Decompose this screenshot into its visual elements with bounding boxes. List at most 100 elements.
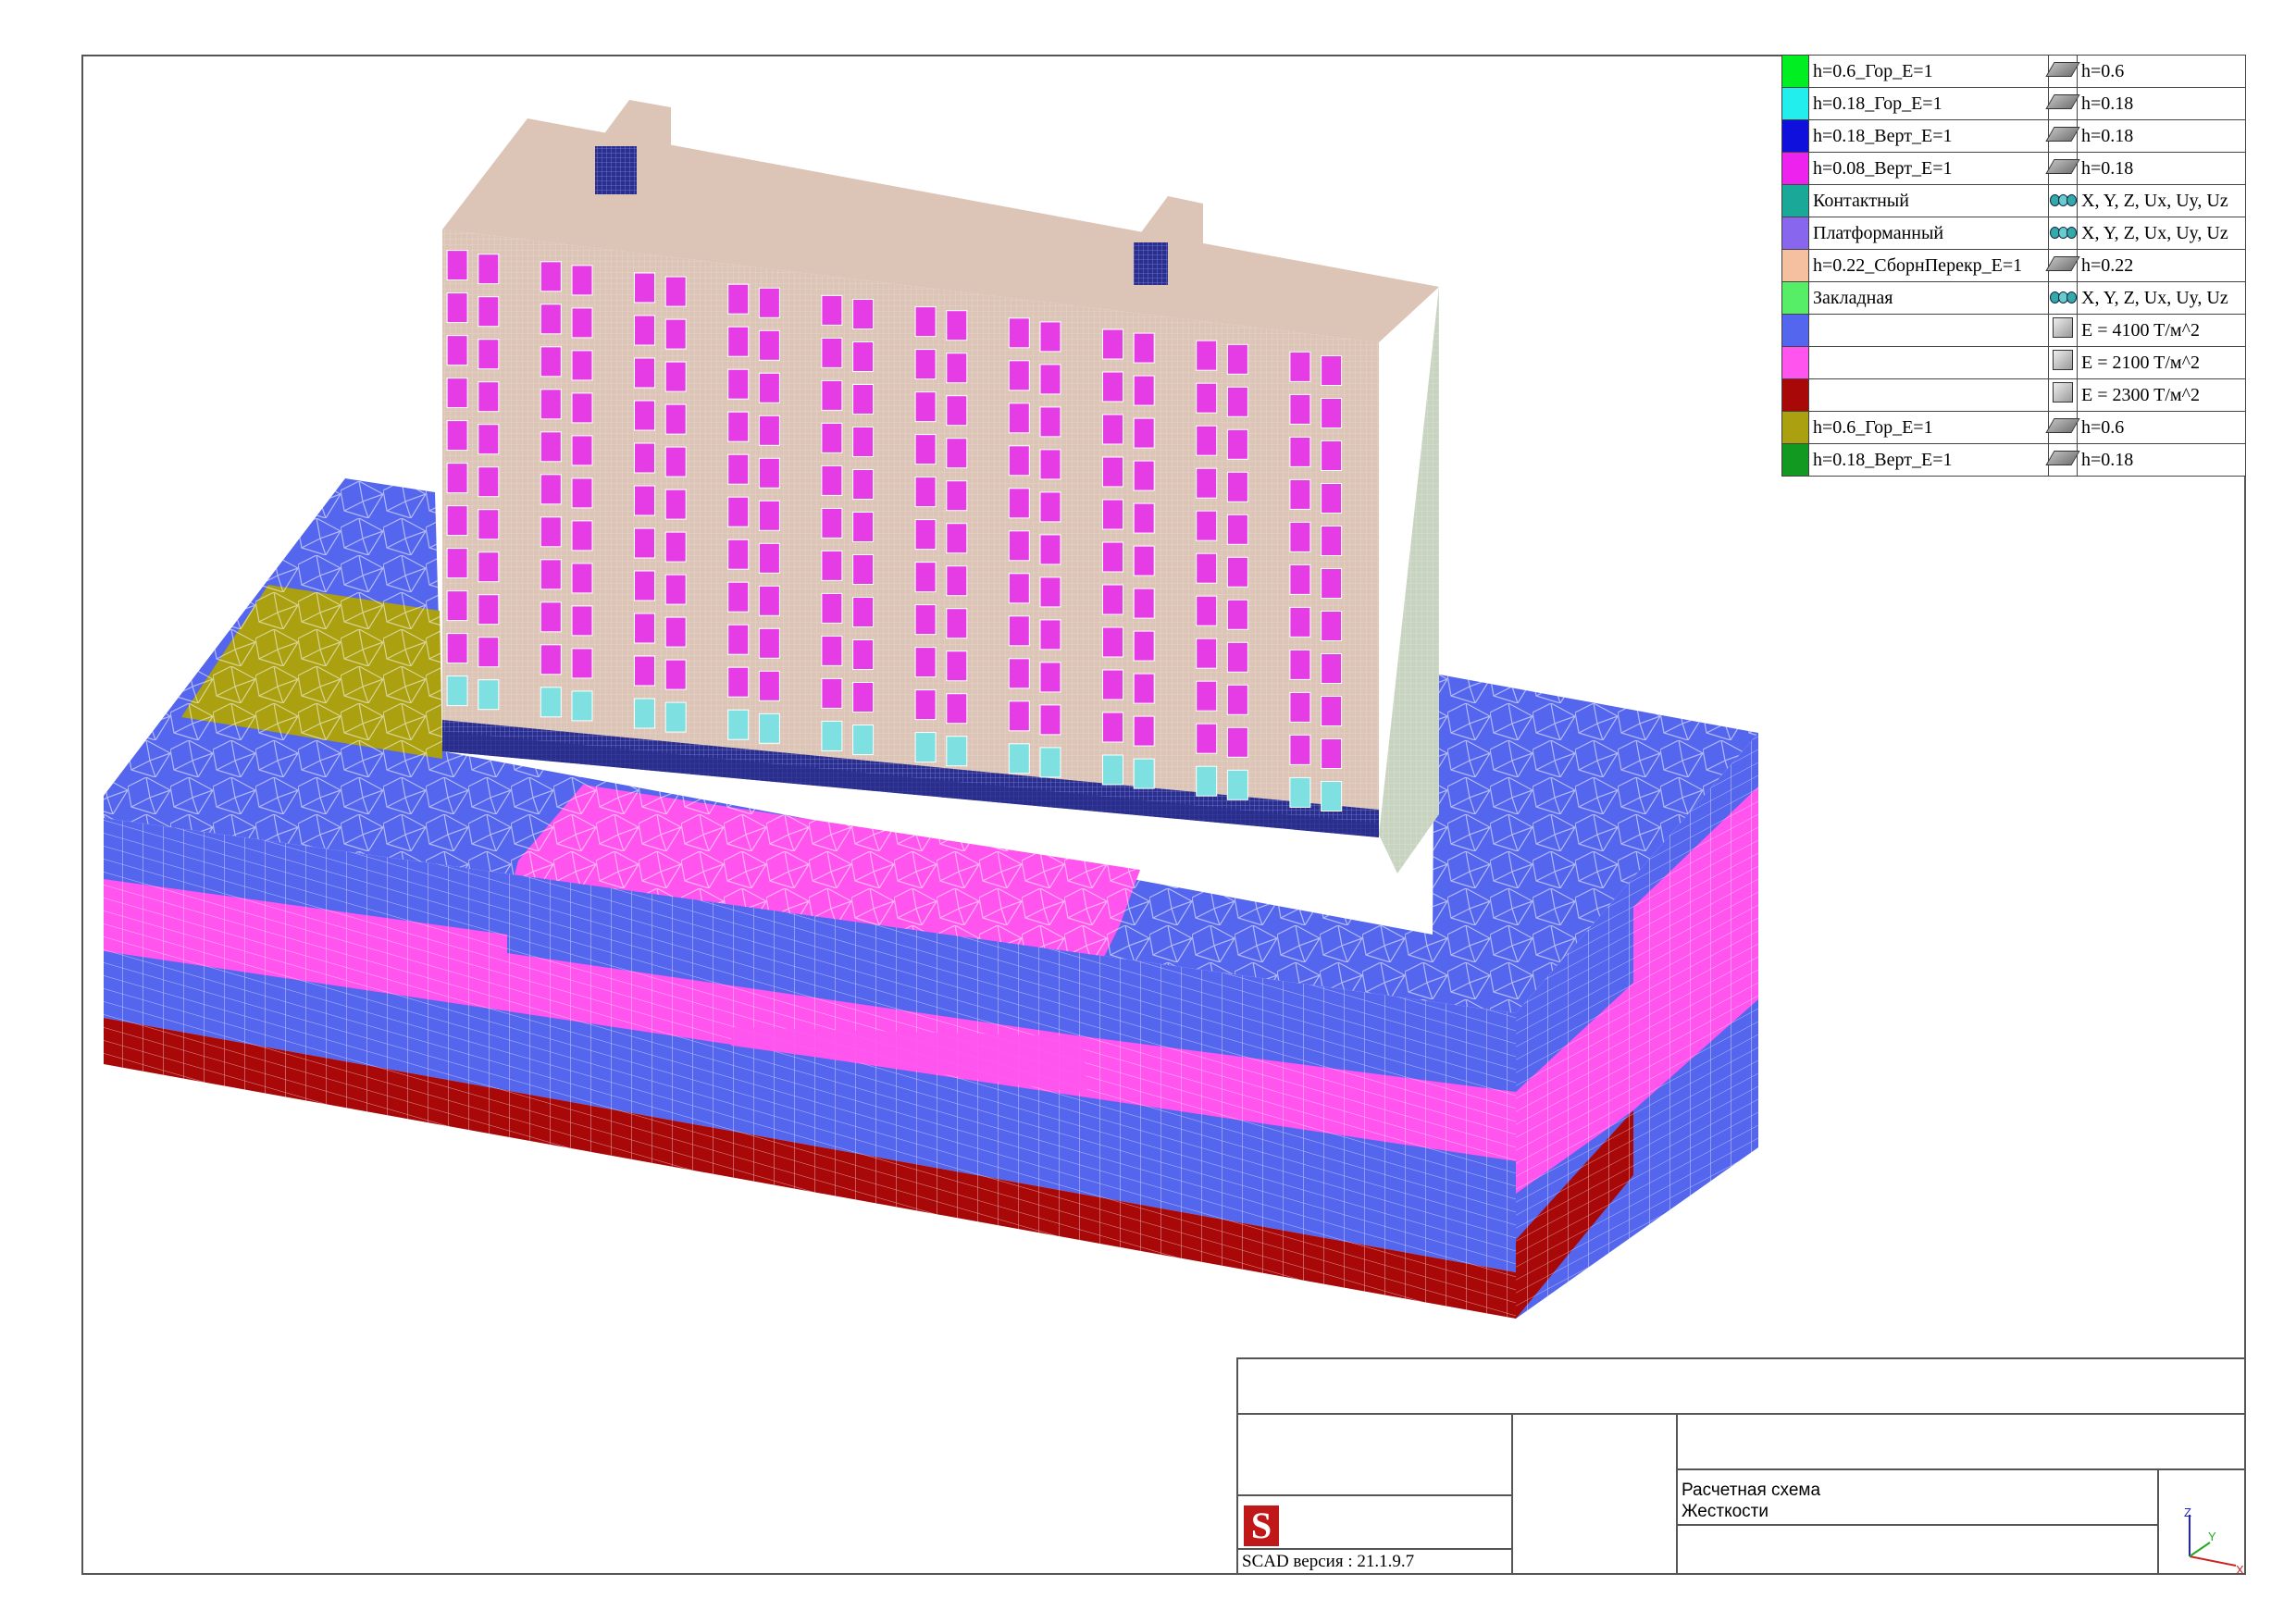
legend-value: h=0.18 — [2077, 443, 2246, 477]
plate-icon — [2045, 87, 2080, 120]
window-panel — [446, 675, 468, 707]
window-panel — [1102, 754, 1123, 786]
window-panel — [664, 489, 687, 520]
window-panel — [946, 565, 968, 597]
window-panel — [1289, 564, 1311, 595]
window-panel — [1196, 340, 1218, 371]
legend-row: h=0.6_Гор_E=1 h=0.6 — [1781, 411, 2246, 444]
window-panel — [852, 597, 875, 627]
window-panel — [478, 424, 500, 455]
window-panel — [571, 350, 593, 381]
window-panel — [821, 294, 843, 326]
window-panel — [852, 512, 875, 542]
window-panel — [446, 250, 468, 281]
window-panel — [478, 509, 500, 540]
window-panel — [634, 570, 655, 601]
window-panel — [1321, 483, 1343, 514]
legend-value: h=0.6 — [2077, 55, 2246, 88]
solid-icon — [2048, 346, 2078, 379]
window-panel — [1133, 545, 1155, 576]
plate-icon — [2045, 55, 2080, 88]
window-panel — [821, 592, 843, 624]
scheme-label: Расчетная схема — [1682, 1481, 1821, 1500]
window-panel — [1008, 317, 1030, 349]
legend-name: h=0.18_Верт_E=1 — [1808, 119, 2049, 153]
window-panel — [852, 639, 875, 670]
window-panel — [727, 581, 750, 613]
window-panel — [1196, 425, 1218, 456]
window-panel — [446, 548, 468, 579]
window-panel — [1008, 615, 1030, 647]
window-panel — [946, 608, 968, 639]
window-panel — [478, 296, 500, 328]
window-panel — [1289, 436, 1311, 467]
window-panel — [1321, 653, 1343, 684]
window-panel — [821, 635, 843, 666]
window-panel — [1133, 588, 1155, 619]
legend-name: h=0.18_Верт_E=1 — [1808, 443, 2049, 477]
window-panel — [571, 392, 593, 424]
window-panel — [664, 361, 687, 392]
window-panel — [727, 709, 750, 740]
legend-value: X, Y, Z, Ux, Uy, Uz — [2077, 281, 2246, 315]
window-panel — [852, 299, 875, 329]
building — [442, 100, 1439, 873]
window-panel — [1196, 467, 1218, 499]
window-panel — [1321, 355, 1343, 386]
window-panel — [727, 453, 750, 485]
window-panel — [1196, 510, 1218, 541]
window-panel — [1102, 414, 1123, 445]
coordinate-axes-icon: Z Y X — [2184, 1505, 2244, 1575]
window-panel — [1102, 584, 1123, 615]
window-panel — [478, 466, 500, 498]
window-panel — [1102, 669, 1123, 700]
window-panel — [727, 411, 750, 442]
window-panel — [540, 559, 562, 590]
window-panel — [1289, 393, 1311, 425]
window-panel — [1289, 691, 1311, 723]
window-panel — [1102, 456, 1123, 488]
legend-swatch — [1781, 152, 1809, 185]
window-panel — [914, 434, 937, 465]
window-panel — [571, 648, 593, 679]
window-panel — [946, 480, 968, 512]
window-panel — [1321, 696, 1343, 726]
window-panel — [758, 670, 780, 701]
legend-swatch — [1781, 119, 1809, 153]
window-panel — [571, 477, 593, 509]
legend-value: h=0.18 — [2077, 87, 2246, 120]
window-panel — [1039, 449, 1061, 480]
link-icon — [2048, 281, 2078, 315]
window-panel — [1008, 743, 1030, 774]
window-panel — [446, 335, 468, 366]
window-panel — [634, 698, 655, 729]
window-panel — [1039, 619, 1061, 650]
window-panel — [446, 292, 468, 324]
window-panel — [1226, 514, 1248, 545]
window-panel — [914, 477, 937, 508]
window-panel — [1289, 478, 1311, 510]
window-panel — [478, 551, 500, 583]
window-panel — [540, 389, 562, 420]
window-panel — [852, 554, 875, 585]
window-panel — [664, 276, 687, 307]
window-panel — [1196, 680, 1218, 712]
window-panel — [1289, 351, 1311, 382]
window-panel — [664, 574, 687, 605]
window-panel — [758, 500, 780, 531]
window-panel — [852, 725, 875, 755]
window-panel — [1039, 364, 1061, 395]
window-panel — [571, 435, 593, 466]
window-panel — [1039, 576, 1061, 608]
legend-swatch — [1781, 55, 1809, 88]
window-panel — [478, 254, 500, 285]
window-panel — [1039, 491, 1061, 523]
window-panel — [821, 550, 843, 581]
legend-name: h=0.08_Верт_E=1 — [1808, 152, 2049, 185]
window-panel — [1008, 445, 1030, 477]
legend-value: h=0.6 — [2077, 411, 2246, 444]
window-panel — [1008, 488, 1030, 519]
window-panel — [852, 384, 875, 415]
window-panel — [634, 527, 655, 559]
legend-row: h=0.22_СборнПерекр_E=1 h=0.22 — [1781, 249, 2246, 282]
